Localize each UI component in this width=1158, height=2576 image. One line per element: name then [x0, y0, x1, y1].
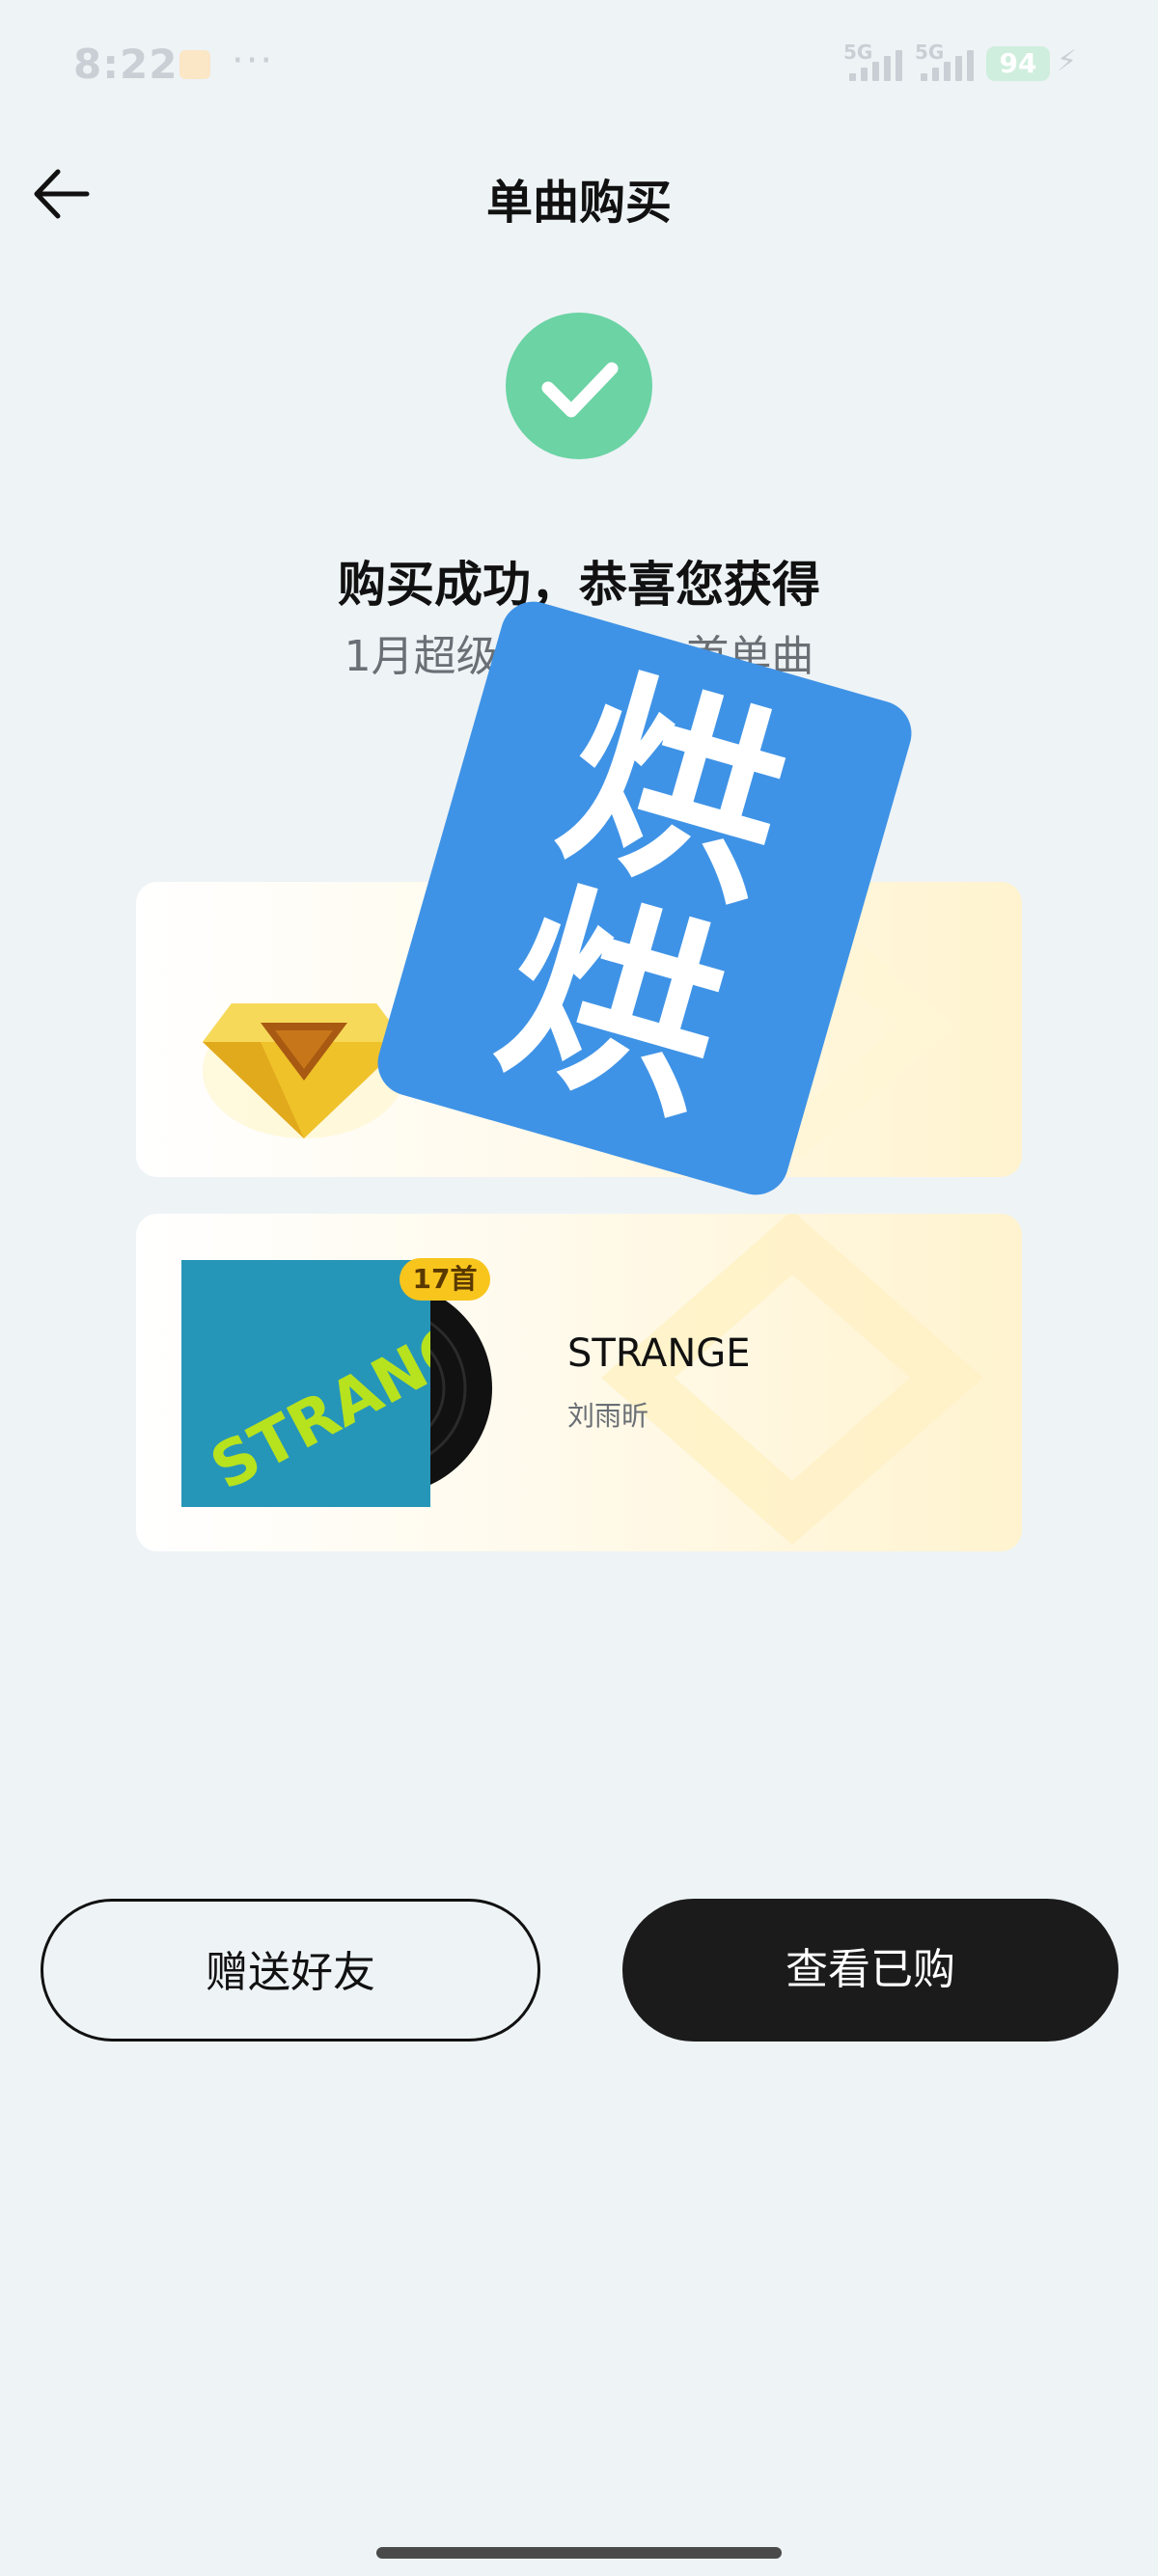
- track-count-badge: 17首: [400, 1258, 490, 1301]
- battery-indicator: 94: [986, 46, 1050, 81]
- signal-icon: 5G: [915, 41, 984, 81]
- home-indicator[interactable]: [376, 2547, 782, 2559]
- album-cover: STRANGE: [181, 1260, 430, 1507]
- success-headline: 购买成功，恭喜您获得: [338, 557, 820, 613]
- status-more-icon: ···: [232, 39, 275, 83]
- check-circle-icon: [506, 313, 652, 459]
- view-purchased-button[interactable]: 查看已购: [622, 1899, 1118, 2042]
- message-icon: [179, 50, 210, 79]
- album-title: STRANGE: [567, 1331, 751, 1376]
- signal-label: 5G: [915, 41, 945, 64]
- gift-to-friend-button[interactable]: 赠送好友: [41, 1899, 540, 2042]
- status-time: 8:22: [73, 41, 179, 88]
- bolt-icon: ⚡: [1057, 44, 1078, 78]
- signal-label: 5G: [843, 41, 873, 64]
- album-artist: 刘雨昕: [567, 1400, 649, 1432]
- page-title: 单曲购买: [485, 176, 672, 230]
- signal-icon: 5G: [843, 41, 913, 81]
